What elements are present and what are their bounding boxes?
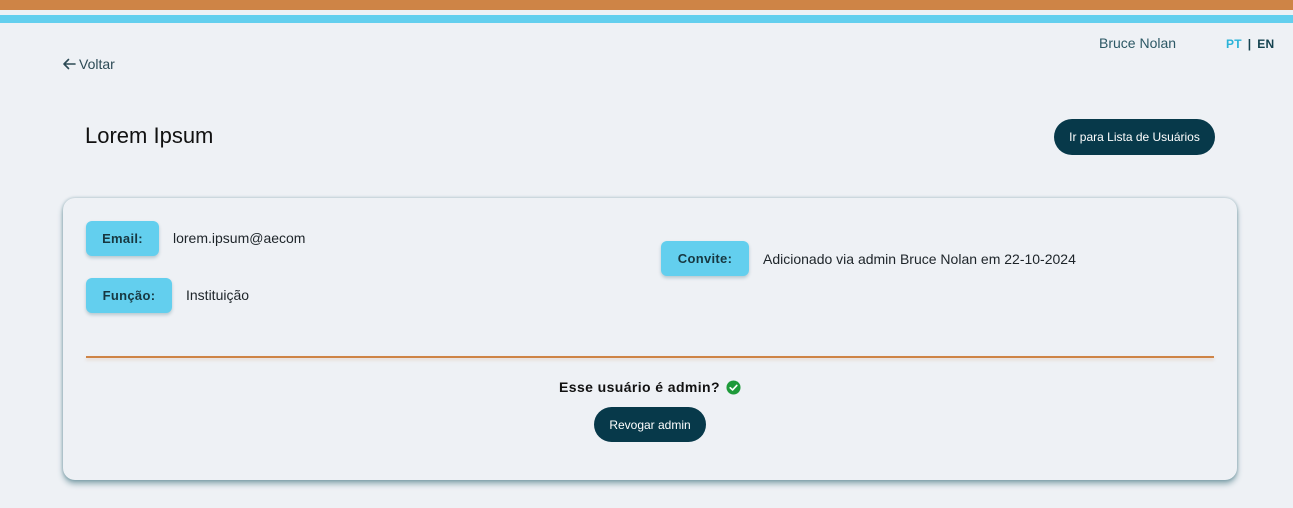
admin-status-row: Esse usuário é admin? — [63, 379, 1237, 395]
page-title: Lorem Ipsum — [85, 123, 214, 148]
section-divider — [86, 356, 1214, 358]
email-label-badge: Email: — [86, 221, 159, 256]
back-link[interactable]: Voltar — [62, 56, 115, 72]
role-value: Instituição — [186, 287, 250, 303]
lang-en-link[interactable]: EN — [1257, 37, 1274, 51]
admin-question-text: Esse usuário é admin? — [559, 379, 720, 395]
invite-label-badge: Convite: — [661, 241, 749, 276]
invite-value: Adicionado via admin Bruce Nolan em 22-1… — [763, 251, 1076, 267]
arrow-left-icon — [62, 57, 76, 71]
top-stripe-blue — [0, 15, 1293, 23]
check-circle-icon — [726, 379, 741, 395]
role-label-badge: Função: — [86, 278, 172, 313]
lang-separator: | — [1247, 37, 1252, 51]
top-stripe-orange — [0, 0, 1293, 10]
go-to-user-list-button[interactable]: Ir para Lista de Usuários — [1054, 119, 1215, 155]
lang-pt-link[interactable]: PT — [1226, 37, 1242, 51]
back-link-label: Voltar — [79, 56, 115, 72]
user-details-card: Email: lorem.ipsum@aecom Função: Institu… — [63, 198, 1237, 480]
email-value: lorem.ipsum@aecom — [173, 230, 306, 246]
current-user-name[interactable]: Bruce Nolan — [1099, 35, 1176, 51]
language-switcher: PT | EN — [1226, 37, 1274, 51]
revoke-admin-button[interactable]: Revogar admin — [594, 407, 706, 442]
